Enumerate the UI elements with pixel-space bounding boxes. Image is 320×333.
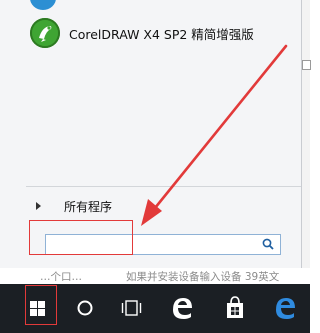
edge-browser-icon [276,298,295,319]
background-document-edge [301,0,311,284]
app-item-label: CorelDRAW X4 SP2 精简增强版 [69,26,254,42]
app-item-coreldraw[interactable]: CorelDRAW X4 SP2 精简增强版 [26,18,296,48]
all-programs-item[interactable]: 所有程序 [36,196,112,216]
store-bag-icon [227,296,243,318]
search-highlight-box [29,220,133,255]
desktop-text-left: …个口… [40,271,82,283]
search-icon[interactable] [262,238,274,250]
cortana-circle-icon [77,300,93,316]
all-programs-label: 所有程序 [64,199,113,214]
expand-arrow-icon [36,202,41,210]
cortana-button[interactable] [62,284,108,333]
desktop-text-strip: …个口… 如果并安装设备输入设备 39英文 [0,268,310,284]
edge-button[interactable] [159,284,205,333]
screenshot-stage: CorelDRAW X4 SP2 精简增强版 所有程序 …个口… 如果并安装设备… [0,0,311,333]
task-view-button[interactable] [108,284,154,333]
document-fold-icon [302,60,311,70]
coreldraw-icon [30,18,60,48]
desktop-text-right: 如果并安装设备输入设备 39英文 [126,271,280,283]
partial-app-icon[interactable] [30,0,56,10]
edge-browser-icon [173,298,192,319]
edge-button-2[interactable] [262,284,308,333]
start-highlight-box [25,285,57,325]
menu-divider [26,186,301,187]
store-button[interactable] [212,284,258,333]
task-view-icon [121,300,142,316]
